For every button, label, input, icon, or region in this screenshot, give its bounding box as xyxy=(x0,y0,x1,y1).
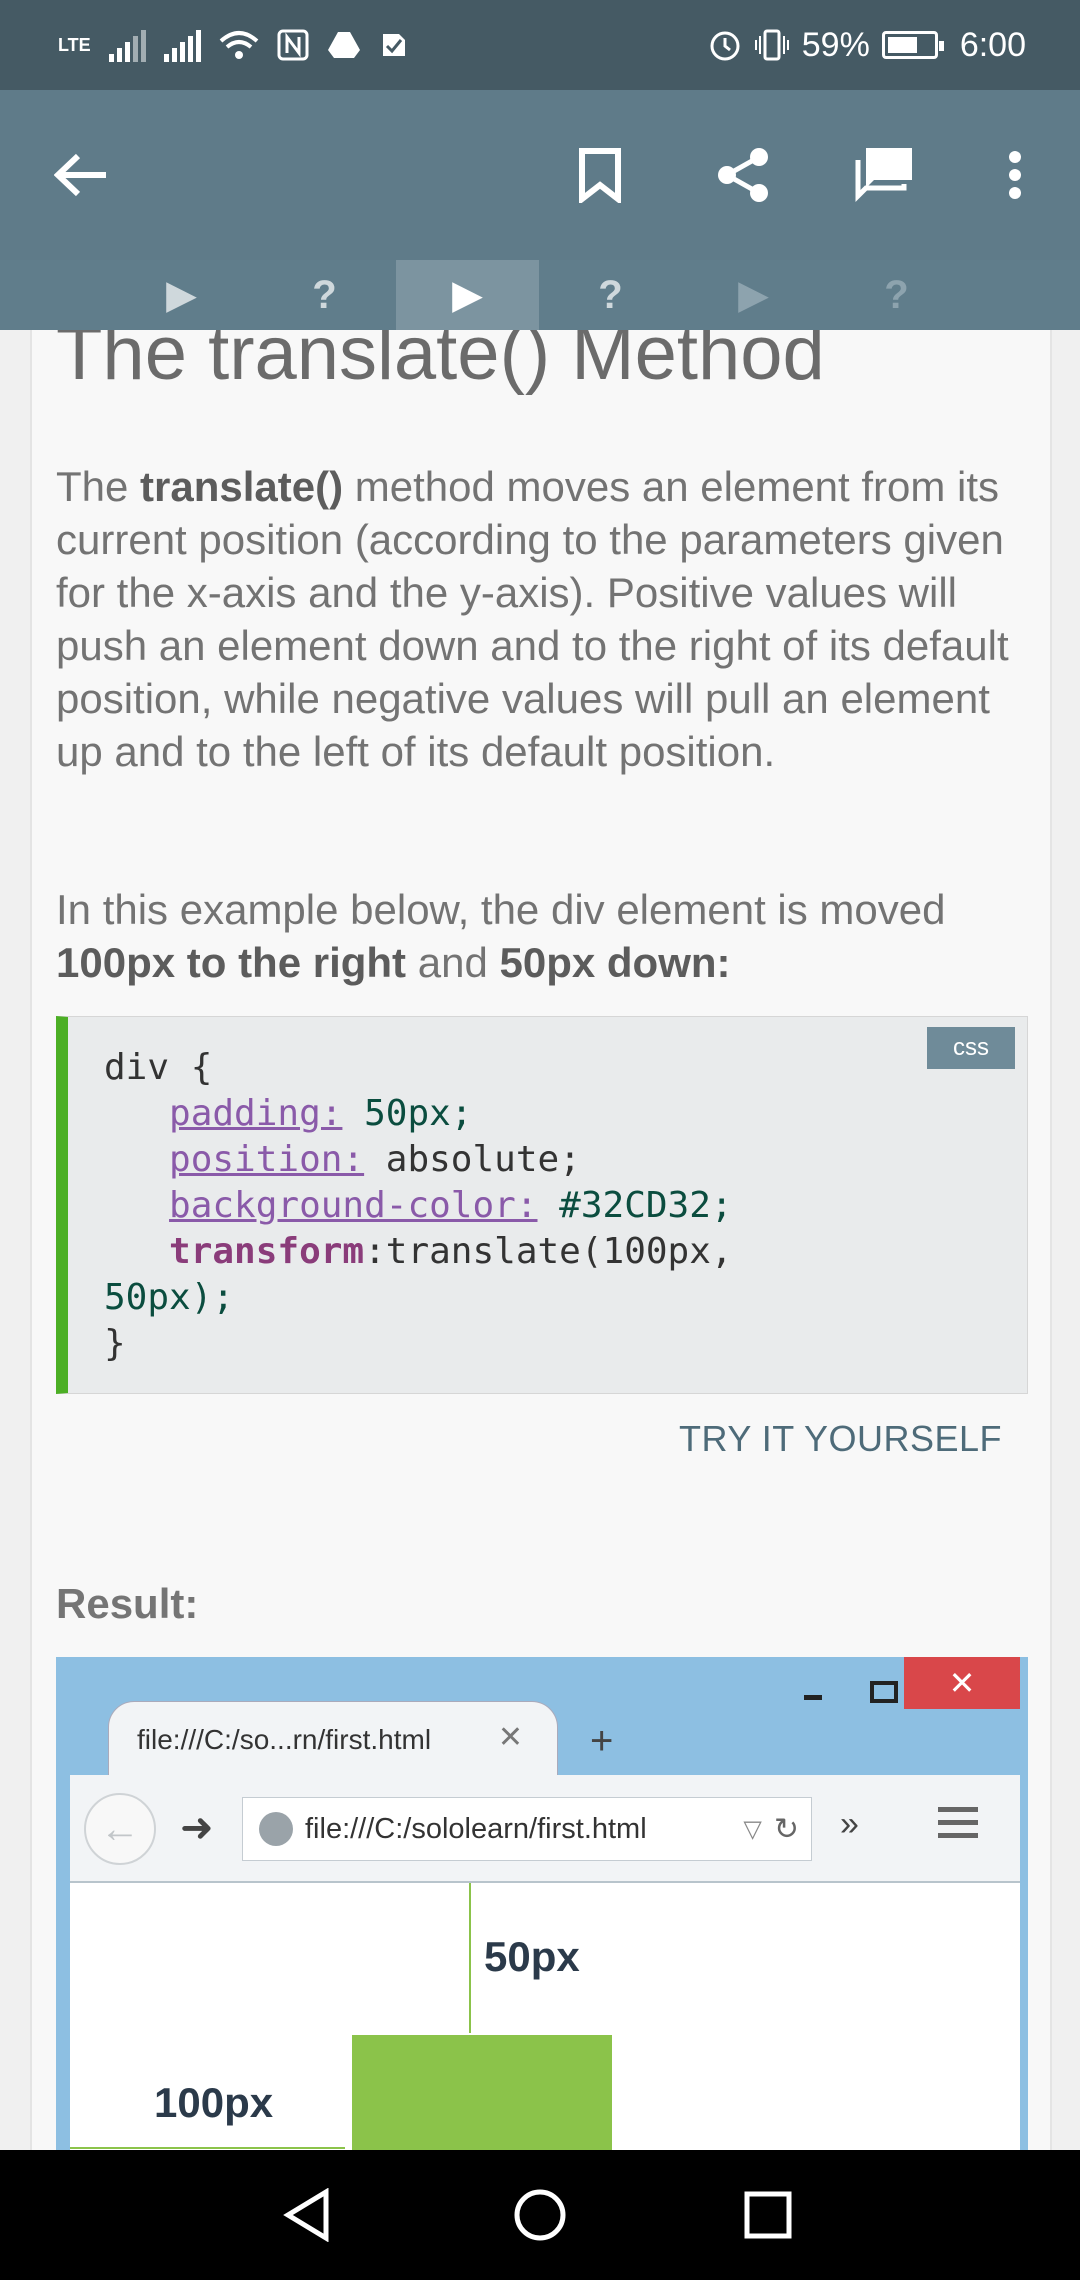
code-value: 50px; xyxy=(342,1093,473,1134)
code-keyword: transform xyxy=(169,1231,365,1272)
text: and xyxy=(406,939,500,986)
result-image: ✕ file:///C:/so...rn/first.html ✕ + ← ➜ … xyxy=(56,1657,1028,2150)
back-triangle-icon xyxy=(283,2188,329,2242)
code-line: div { xyxy=(104,1047,213,1088)
code-block: css div { padding: 50px; position: absol… xyxy=(56,1016,1028,1394)
maximize-icon xyxy=(870,1681,898,1703)
close-icon: ✕ xyxy=(904,1657,1020,1709)
down-offset-label: 50px xyxy=(484,1933,580,1980)
back-button[interactable] xyxy=(36,130,126,220)
code-text: div { padding: 50px; position: absolute;… xyxy=(104,1045,733,1367)
code-property-link[interactable]: padding: xyxy=(169,1093,342,1134)
lesson-tabs: ▶ ? ▶ ? ▶ ? xyxy=(0,260,1080,330)
share-icon xyxy=(718,148,768,202)
status-bar: LTE 59% 6:00 xyxy=(0,0,1080,90)
browser-back-icon: ← xyxy=(84,1793,156,1865)
reload-icon: ↻ xyxy=(773,1812,799,1846)
nav-recents-button[interactable] xyxy=(733,2180,803,2250)
vibrate-icon xyxy=(754,29,789,61)
browser-toolbar: ← ➜ file:///C:/sololearn/first.html ▽ ↻ … xyxy=(70,1775,1020,1883)
lesson-tab[interactable]: ? xyxy=(539,260,682,330)
bold-text: 50px down: xyxy=(499,939,731,986)
bookmark-icon xyxy=(579,148,621,203)
paragraph-1: The translate() method moves an element … xyxy=(56,460,1036,778)
app-bar xyxy=(0,90,1080,260)
code-value: absolute; xyxy=(364,1139,581,1180)
dropdown-icon: ▽ xyxy=(743,1815,762,1843)
wifi-icon xyxy=(219,31,258,59)
alarm-icon xyxy=(710,31,740,61)
code-language-badge: css xyxy=(927,1027,1015,1069)
lesson-tab[interactable]: ? xyxy=(253,260,396,330)
lesson-tab-active[interactable]: ▶ xyxy=(396,260,539,330)
more-options-button[interactable] xyxy=(970,130,1060,220)
browser-forward-icon: ➜ xyxy=(180,1806,214,1850)
share-button[interactable] xyxy=(698,130,788,220)
paragraph-2: In this example below, the div element i… xyxy=(56,883,1036,989)
comments-icon xyxy=(855,148,912,203)
drive-icon xyxy=(327,32,360,58)
code-value: #32CD32; xyxy=(537,1185,733,1226)
bold-text: 100px to the right xyxy=(56,939,407,986)
more-vert-icon xyxy=(1009,151,1021,199)
battery-icon xyxy=(881,31,944,59)
network-label: LTE xyxy=(58,34,91,55)
globe-icon xyxy=(259,1812,293,1846)
recents-square-icon xyxy=(744,2191,792,2239)
hamburger-menu-icon xyxy=(938,1807,978,1847)
clock: 6:00 xyxy=(959,25,1026,64)
minimize-icon xyxy=(804,1695,822,1700)
browser-tab: file:///C:/so...rn/first.html ✕ xyxy=(108,1701,558,1779)
new-tab-icon: + xyxy=(590,1719,614,1763)
lesson-tab[interactable]: ? xyxy=(825,260,968,330)
battery-percent: 59% xyxy=(801,25,870,64)
comments-button[interactable] xyxy=(842,130,932,220)
translated-div-box xyxy=(352,2035,612,2150)
back-arrow-icon xyxy=(54,153,106,197)
status-right: 59% 6:00 xyxy=(708,20,1026,70)
overflow-icon: » xyxy=(840,1805,859,1843)
browser-url-bar: file:///C:/sololearn/first.html ▽ ↻ xyxy=(242,1797,812,1861)
down-arrow-line xyxy=(469,1883,471,2033)
nfc-icon xyxy=(277,29,309,61)
code-value: :translate(100px, xyxy=(364,1231,733,1272)
browser-tab-title: file:///C:/so...rn/first.html xyxy=(137,1724,432,1755)
bold-text: translate() xyxy=(140,463,344,510)
code-line: } xyxy=(104,1323,126,1364)
navigation-bar xyxy=(0,2150,1080,2280)
tab-close-icon: ✕ xyxy=(497,1721,523,1754)
check-icon xyxy=(382,34,405,56)
nav-back-button[interactable] xyxy=(272,2180,342,2250)
code-property-link[interactable]: background-color: xyxy=(169,1185,537,1226)
bookmark-button[interactable] xyxy=(555,130,645,220)
lesson-card: The translate() Method The translate() m… xyxy=(30,330,1052,2150)
browser-url: file:///C:/sololearn/first.html xyxy=(305,1812,647,1845)
result-label: Result: xyxy=(56,1580,199,1627)
right-arrow-line xyxy=(70,2147,345,2149)
home-circle-icon xyxy=(514,2189,566,2241)
status-left: LTE xyxy=(58,20,409,70)
text: In this example below, the div element i… xyxy=(56,886,946,933)
lesson-title: The translate() Method xyxy=(56,330,825,396)
browser-page: 50px 100px xyxy=(70,1883,1020,2150)
signal-icon xyxy=(108,28,146,62)
code-property-link[interactable]: position: xyxy=(169,1139,364,1180)
try-it-yourself-button[interactable]: TRY IT YOURSELF xyxy=(679,1418,1002,1460)
nav-home-button[interactable] xyxy=(505,2180,575,2250)
code-line: 50px); xyxy=(104,1277,235,1318)
lesson-tab[interactable]: ▶ xyxy=(110,260,253,330)
text: The xyxy=(56,463,141,510)
signal-icon xyxy=(163,28,201,62)
lesson-tab[interactable]: ▶ xyxy=(682,260,825,330)
right-offset-label: 100px xyxy=(154,2079,274,2126)
